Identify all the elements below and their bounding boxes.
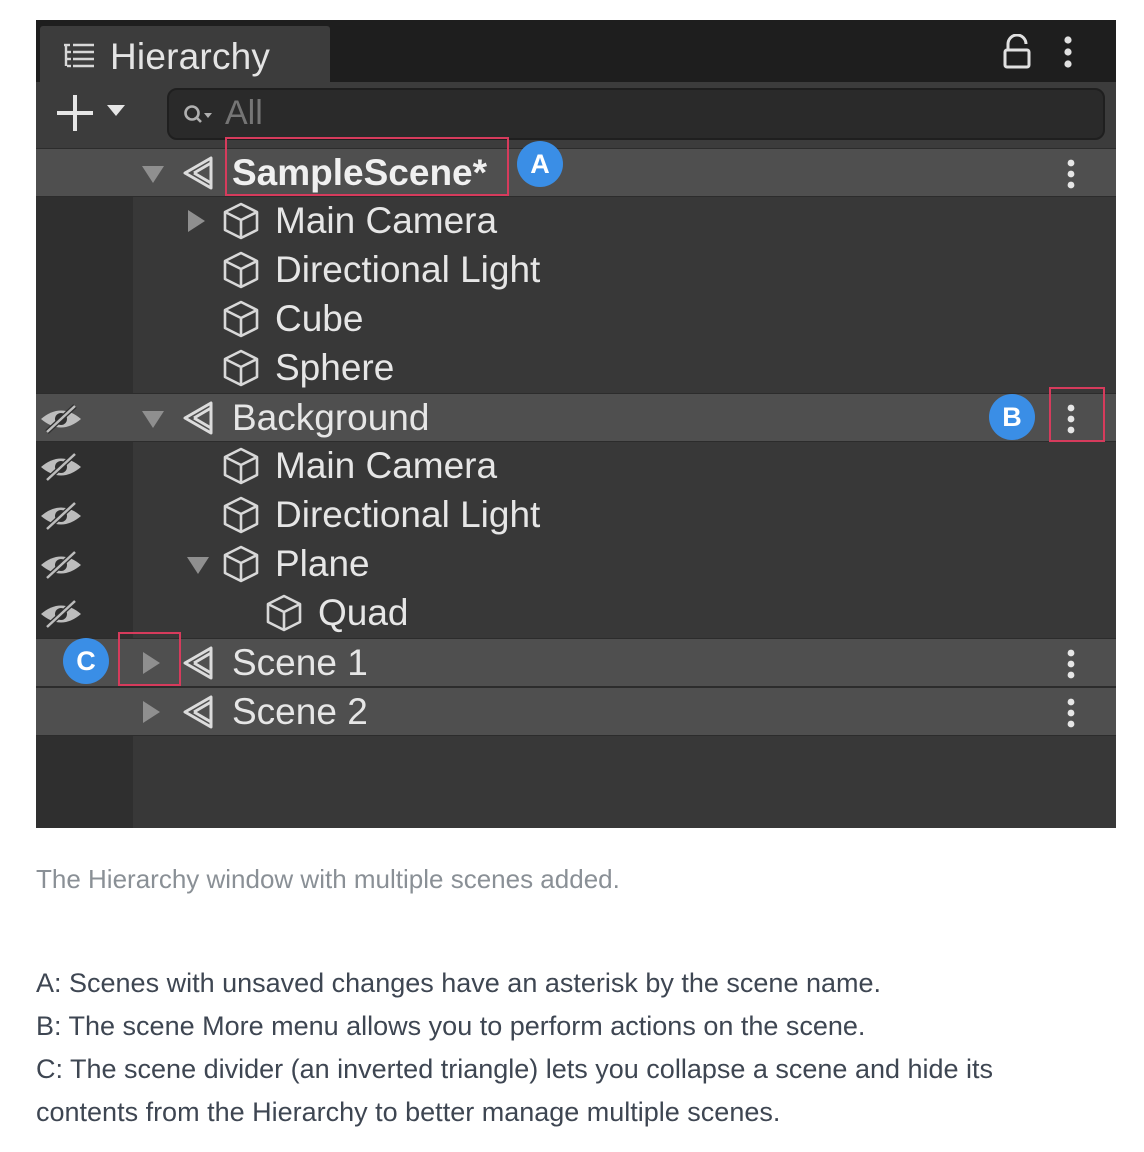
object-row-cube[interactable]: Cube <box>36 295 1116 344</box>
note-c: C: The scene divider (an inverted triang… <box>36 1054 994 1084</box>
expand-arrow-down-icon[interactable] <box>141 409 165 434</box>
hierarchy-list-icon <box>62 42 96 75</box>
callout-outline-scene-name <box>225 137 509 196</box>
callout-notes: A: Scenes with unsaved changes have an a… <box>36 962 1116 1134</box>
gameobject-cube-icon <box>221 495 261 540</box>
scene-row-scene-2[interactable]: Scene 2 <box>36 687 1116 736</box>
object-name: Quad <box>318 592 409 633</box>
hierarchy-toolbar <box>36 82 1116 148</box>
gameobject-cube-icon <box>221 544 261 589</box>
gameobject-cube-icon <box>221 250 261 295</box>
search-icon <box>183 104 213 131</box>
object-name: Directional Light <box>275 249 541 290</box>
search-field[interactable] <box>167 88 1105 140</box>
object-name: Cube <box>275 298 364 339</box>
scene-name: Scene 1 <box>232 642 368 683</box>
lock-icon[interactable] <box>1002 33 1032 75</box>
object-row-directional-light[interactable]: Directional Light <box>36 246 1116 295</box>
gameobject-cube-icon <box>221 446 261 491</box>
unity-scene-icon <box>181 400 217 441</box>
scene-more-menu-icon[interactable] <box>1065 158 1077 195</box>
collapse-arrow-right-icon[interactable] <box>186 209 206 238</box>
object-name: Sphere <box>275 347 395 388</box>
create-plus-icon[interactable] <box>54 92 96 134</box>
visibility-hidden-icon[interactable] <box>39 452 83 487</box>
visibility-hidden-icon[interactable] <box>39 599 83 634</box>
note-a: A: Scenes with unsaved changes have an a… <box>36 968 882 998</box>
window-tab-bar: Hierarchy <box>36 20 1116 82</box>
expand-arrow-down-icon[interactable] <box>186 555 210 580</box>
gameobject-cube-icon <box>221 299 261 344</box>
object-row-main-camera[interactable]: Main Camera <box>36 197 1116 246</box>
unity-scene-icon <box>181 645 217 686</box>
callout-outline-more-menu <box>1049 387 1105 442</box>
object-row-sphere[interactable]: Sphere <box>36 344 1116 393</box>
object-row-plane[interactable]: Plane <box>36 540 1116 589</box>
scene-more-menu-icon[interactable] <box>1065 697 1077 734</box>
unity-scene-icon <box>181 694 217 735</box>
scene-row-scene-1[interactable]: Scene 1 <box>36 638 1116 687</box>
visibility-hidden-icon[interactable] <box>39 550 83 585</box>
object-name: Main Camera <box>275 445 498 486</box>
hierarchy-window: Hierarchy All SampleScene* Main Camera D… <box>36 20 1116 828</box>
gameobject-cube-icon <box>221 348 261 393</box>
window-title: Hierarchy <box>110 36 271 77</box>
scene-name: Background <box>232 397 430 438</box>
gameobject-cube-icon <box>264 593 304 638</box>
object-row-quad[interactable]: Quad <box>36 589 1116 638</box>
figure-caption: The Hierarchy window with multiple scene… <box>36 864 620 894</box>
object-name: Directional Light <box>275 494 541 535</box>
note-b: B: The scene More menu allows you to per… <box>36 1011 866 1041</box>
object-row-directional-light[interactable]: Directional Light <box>36 491 1116 540</box>
scene-row-samplescene[interactable]: SampleScene* <box>36 148 1116 197</box>
expand-arrow-down-icon[interactable] <box>141 164 165 189</box>
visibility-hidden-icon[interactable] <box>39 501 83 536</box>
hierarchy-tab[interactable]: Hierarchy <box>40 26 330 82</box>
callout-badge-c: C <box>63 638 109 684</box>
scene-name: Scene 2 <box>232 691 368 732</box>
create-dropdown-icon[interactable] <box>106 104 126 118</box>
object-name: Main Camera <box>275 200 498 241</box>
gameobject-cube-icon <box>221 201 261 246</box>
note-c-continued: contents from the Hierarchy to better ma… <box>36 1097 781 1127</box>
callout-badge-a: A <box>517 141 563 187</box>
callout-badge-b: B <box>989 394 1035 440</box>
search-input[interactable] <box>225 94 1025 132</box>
callout-outline-divider <box>118 632 181 686</box>
scene-row-background[interactable]: Background <box>36 393 1116 442</box>
scene-more-menu-icon[interactable] <box>1065 648 1077 685</box>
collapse-arrow-right-icon[interactable] <box>141 700 161 729</box>
object-name: Plane <box>275 543 370 584</box>
unity-scene-icon <box>181 155 217 196</box>
object-row-main-camera[interactable]: Main Camera <box>36 442 1116 491</box>
visibility-hidden-icon[interactable] <box>39 404 83 439</box>
window-more-icon[interactable] <box>1062 34 1074 75</box>
